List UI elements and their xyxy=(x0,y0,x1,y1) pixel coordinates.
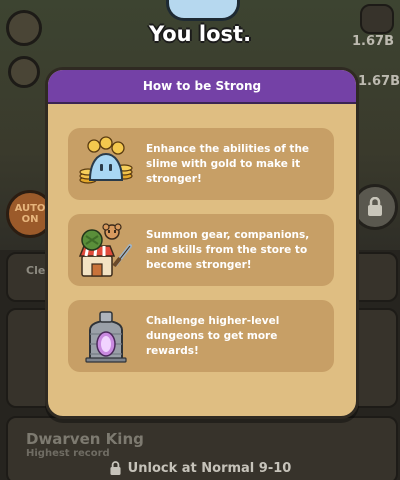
lock-icon xyxy=(368,197,382,216)
tips-list: Enhance the abilities of the slime with … xyxy=(68,128,334,386)
store-companion-icon xyxy=(78,222,134,278)
slime-gold-icon xyxy=(78,136,134,192)
tip-text-enhance: Enhance the abilities of the slime with … xyxy=(146,142,310,185)
dungeon-name: Dwarven King xyxy=(26,430,144,448)
unlock-requirement: Unlock at Normal 9-10 xyxy=(0,458,400,478)
dialog-title: How to be Strong xyxy=(142,79,262,93)
lock-icon xyxy=(110,460,121,475)
tip-text-dungeon: Challenge higher-level dungeons to get m… xyxy=(146,314,280,357)
dungeon-portal-icon xyxy=(78,308,134,364)
how-to-be-strong-dialog[interactable]: How to be Strong Enhance the abilities o… xyxy=(45,67,359,419)
inventory-icon[interactable] xyxy=(8,56,40,88)
tip-card-dungeon[interactable]: Challenge higher-level dungeons to get m… xyxy=(68,300,334,372)
gold-amount-mid: 1.67B xyxy=(358,74,400,89)
tip-text-summon: Summon gear, companions, and skills from… xyxy=(146,228,310,271)
result-title: You lost. xyxy=(148,22,252,46)
slime-portrait-icon xyxy=(166,0,240,21)
unlock-text: Unlock at Normal 9-10 xyxy=(127,460,292,476)
auto-battle-label: AUTO ON xyxy=(14,203,46,225)
tip-card-summon[interactable]: Summon gear, companions, and skills from… xyxy=(68,214,334,286)
dialog-header: How to be Strong xyxy=(48,70,356,104)
tip-card-enhance[interactable]: Enhance the abilities of the slime with … xyxy=(68,128,334,200)
dungeon-card-1-label: Cle xyxy=(26,264,46,277)
